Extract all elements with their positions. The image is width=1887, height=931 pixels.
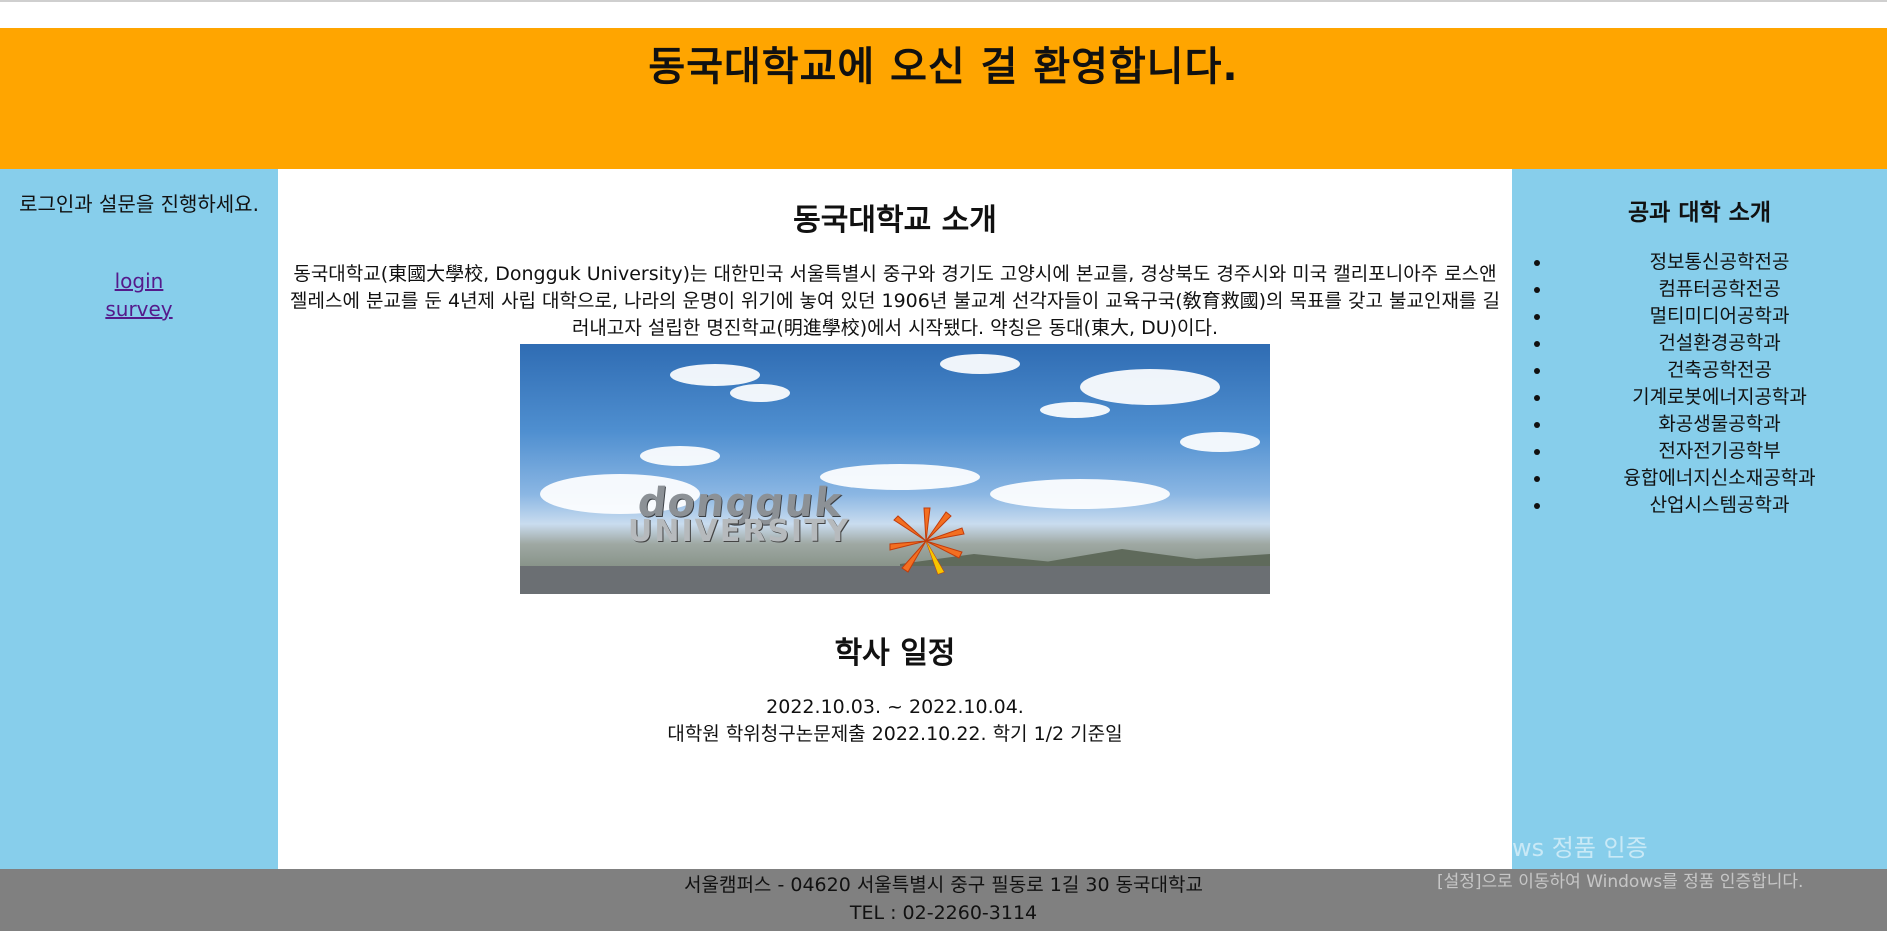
- cloud: [1080, 369, 1220, 405]
- engineering-heading: 공과 대학 소개: [1628, 200, 1771, 226]
- cloud: [1180, 432, 1260, 452]
- intro-heading: 동국대학교 소개: [793, 203, 997, 238]
- list-item: 건설환경공학과: [1552, 330, 1887, 357]
- login-link[interactable]: login: [115, 269, 164, 293]
- cloud: [1040, 402, 1110, 418]
- schedule-heading: 학사 일정: [834, 636, 956, 671]
- watermark-title: Windows 정품 인증: [1437, 834, 1648, 862]
- list-item: 컴퓨터공학전공: [1552, 276, 1887, 303]
- list-item: 산업시스템공학과: [1552, 492, 1887, 519]
- site-header: 동국대학교에 오신 걸 환영합니다.: [0, 28, 1887, 169]
- page-title: 동국대학교에 오신 걸 환영합니다.: [648, 44, 1239, 90]
- schedule-line: 대학원 학위청구논문제출 2022.10.22. 학기 1/2 기준일: [667, 723, 1123, 745]
- cloud: [940, 354, 1020, 374]
- intro-paragraph: 동국대학교(東國大學校, Dongguk University)는 대한민국 서…: [290, 263, 1500, 339]
- main-content: 동국대학교 소개 동국대학교(東國大學校, Dongguk University…: [278, 169, 1512, 869]
- list-item: 전자전기공학부: [1552, 438, 1887, 465]
- list-item: 건축공학전공: [1552, 357, 1887, 384]
- windows-activation-watermark: Windows 정품 인증 [설정]으로 이동하여 Windows를 정품 인증…: [1437, 828, 1803, 892]
- cloud: [990, 479, 1170, 509]
- list-item: 기계로봇에너지공학과: [1552, 384, 1887, 411]
- list-item: 융합에너지신소재공학과: [1552, 465, 1887, 492]
- university-sign-2: UNIVERSITY: [628, 514, 851, 549]
- schedule-list: 2022.10.03. ~ 2022.10.04. 대학원 학위청구논문제출 2…: [278, 694, 1512, 748]
- campus-photo: dongguk UNIVERSITY: [520, 344, 1270, 594]
- list-item: 멀티미디어공학과: [1552, 303, 1887, 330]
- list-item: 화공생물공학과: [1552, 411, 1887, 438]
- watermark-subtitle: [설정]으로 이동하여 Windows를 정품 인증합니다.: [1437, 872, 1804, 892]
- survey-link[interactable]: survey: [105, 297, 172, 321]
- cloud: [820, 464, 980, 490]
- cloud: [640, 446, 720, 466]
- footer-tel: TEL : 02-2260-3114: [849, 902, 1038, 924]
- list-item: 정보통신공학전공: [1552, 249, 1887, 276]
- cloud: [730, 384, 790, 402]
- schedule-line: 2022.10.03. ~ 2022.10.04.: [766, 696, 1024, 718]
- left-sidebar: 로그인과 설문을 진행하세요. login survey: [0, 169, 278, 869]
- cloud: [670, 364, 760, 386]
- right-sidebar: 공과 대학 소개 정보통신공학전공 컴퓨터공학전공 멀티미디어공학과 건설환경공…: [1512, 169, 1887, 869]
- page: 동국대학교에 오신 걸 환영합니다. 로그인과 설문을 진행하세요. login…: [0, 0, 1887, 931]
- sidebar-links: login survey: [0, 267, 278, 323]
- dongguk-logo-icon: [889, 507, 965, 575]
- browser-top-border: [0, 0, 1887, 2]
- department-list: 정보통신공학전공 컴퓨터공학전공 멀티미디어공학과 건설환경공학과 건축공학전공…: [1512, 249, 1887, 519]
- login-prompt: 로그인과 설문을 진행하세요.: [19, 192, 259, 216]
